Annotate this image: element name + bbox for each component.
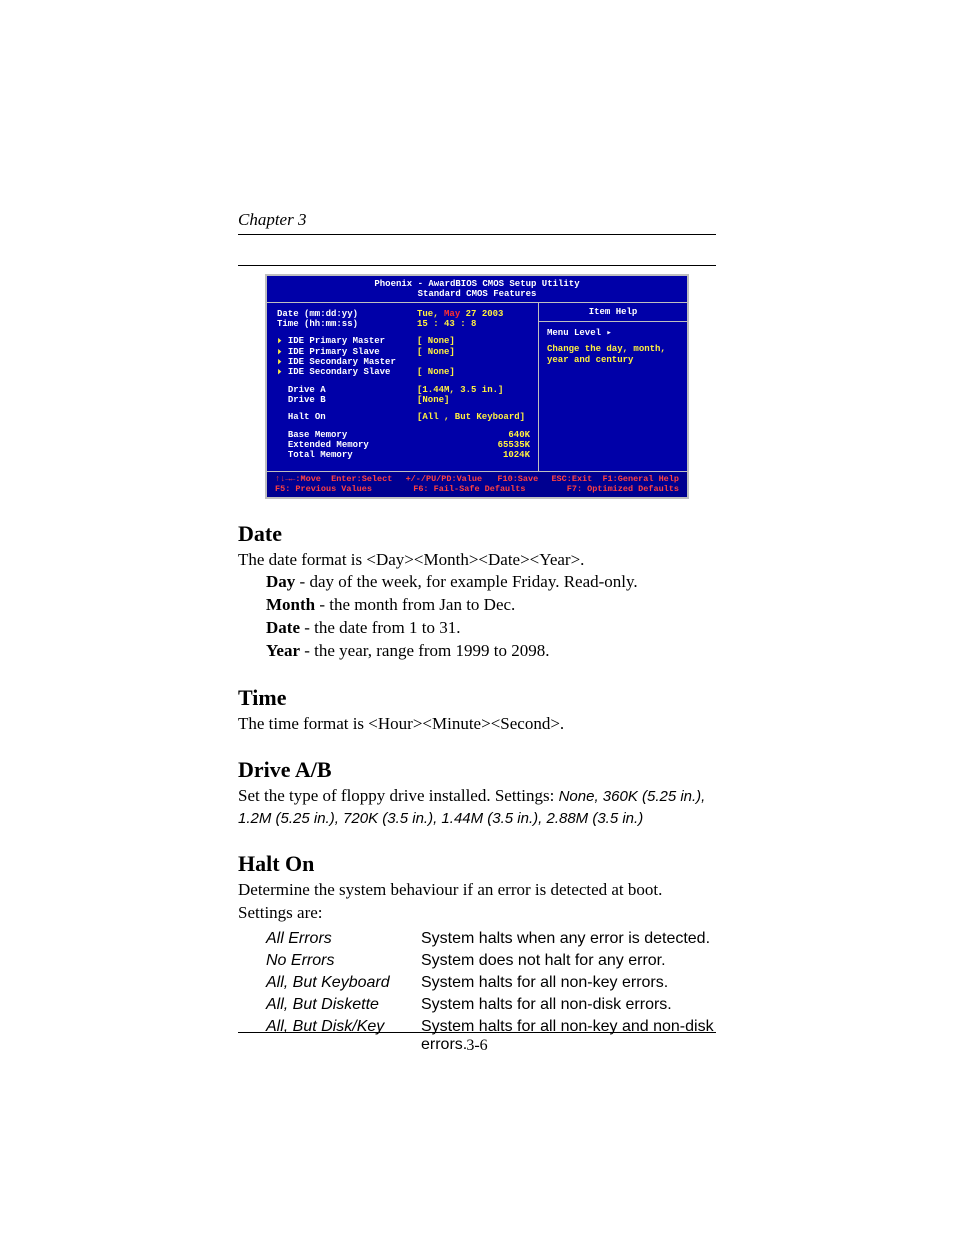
bios-drive-a-val: [1.44M, 3.5 in.] — [417, 385, 503, 395]
bios-ide-pm: IDE Primary Master — [288, 336, 385, 346]
bios-total-mem-val: 1024K — [417, 450, 530, 460]
bios-help-pane: Item Help Menu Level ▸ Change the day, m… — [539, 303, 687, 471]
bios-title: Phoenix - AwardBIOS CMOS Setup Utility S… — [267, 276, 687, 302]
bios-halt-on: Halt On — [288, 412, 326, 422]
date-defs: Day - day of the week, for example Frida… — [238, 571, 716, 663]
bios-time-label: Time (hh:mm:ss) — [277, 319, 417, 329]
bios-ide-pm-val: [ None] — [417, 336, 455, 346]
table-row: All ErrorsSystem halts when any error is… — [266, 928, 716, 950]
bios-ide-ss: IDE Secondary Slave — [288, 367, 391, 377]
bios-ide-ps: IDE Primary Slave — [288, 347, 380, 357]
bios-ide-sm: IDE Secondary Master — [288, 357, 396, 367]
bios-foot-2b: F6: Fail-Safe Defaults — [413, 485, 525, 495]
rule-top-2 — [238, 265, 716, 266]
page-number: 3-6 — [238, 1037, 716, 1055]
halt-intro: Determine the system behaviour if an err… — [238, 879, 716, 923]
bios-menu-level: Menu Level ▸ — [545, 328, 681, 338]
time-intro: The time format is <Hour><Minute><Second… — [238, 713, 716, 735]
bios-halt-on-val: [All , But Keyboard] — [417, 412, 525, 422]
bios-ide-ps-val: [ None] — [417, 347, 455, 357]
bios-help-title: Item Help — [539, 303, 687, 322]
bios-footer: ↑↓→←:Move Enter:Select +/-/PU/PD:Value F… — [267, 471, 687, 498]
table-row: All, But DisketteSystem halts for all no… — [266, 994, 716, 1016]
bios-drive-b-val: [None] — [417, 395, 449, 405]
section-date: Date The date format is <Day><Month><Dat… — [238, 521, 716, 663]
bios-foot-2c: F7: Optimized Defaults — [567, 485, 679, 495]
page-footer: 3-6 — [238, 1032, 716, 1055]
bios-left-pane: Date (mm:dd:yy) Tue, May 27 2003 Time (h… — [267, 303, 539, 471]
section-drive: Drive A/B Set the type of floppy drive i… — [238, 757, 716, 829]
date-intro: The date format is <Day><Month><Date><Ye… — [238, 549, 716, 571]
table-row: All, But KeyboardSystem halts for all no… — [266, 972, 716, 994]
section-halt: Halt On Determine the system behaviour i… — [238, 851, 716, 1055]
bios-title-line2: Standard CMOS Features — [267, 289, 687, 299]
chapter-label: Chapter 3 — [238, 210, 716, 230]
heading-time: Time — [238, 685, 716, 711]
table-row: No ErrorsSystem does not halt for any er… — [266, 950, 716, 972]
bios-base-mem-val: 640K — [417, 430, 530, 440]
bios-drive-b: Drive B — [288, 395, 326, 405]
heading-date: Date — [238, 521, 716, 547]
bios-title-line1: Phoenix - AwardBIOS CMOS Setup Utility — [267, 279, 687, 289]
rule-top — [238, 234, 716, 235]
bios-time-value: 15 : 43 : 8 — [417, 319, 476, 329]
rule-bottom — [238, 1032, 716, 1033]
bios-ext-mem-val: 65535K — [417, 440, 530, 450]
bios-total-mem: Total Memory — [288, 450, 353, 460]
bios-drive-a: Drive A — [288, 385, 326, 395]
heading-drive: Drive A/B — [238, 757, 716, 783]
section-time: Time The time format is <Hour><Minute><S… — [238, 685, 716, 735]
bios-date-value: Tue, May 27 2003 — [417, 309, 503, 319]
bios-date-label: Date (mm:dd:yy) — [277, 309, 417, 319]
bios-foot-2a: F5: Previous Values — [275, 485, 372, 495]
bios-screenshot: Phoenix - AwardBIOS CMOS Setup Utility S… — [265, 274, 689, 499]
heading-halt: Halt On — [238, 851, 716, 877]
bios-ide-ss-val: [ None] — [417, 367, 455, 377]
bios-base-mem: Base Memory — [288, 430, 347, 440]
bios-ext-mem: Extended Memory — [288, 440, 369, 450]
drive-intro: Set the type of floppy drive installed. … — [238, 785, 716, 829]
bios-help-text: Change the day, month, year and century — [545, 338, 681, 365]
